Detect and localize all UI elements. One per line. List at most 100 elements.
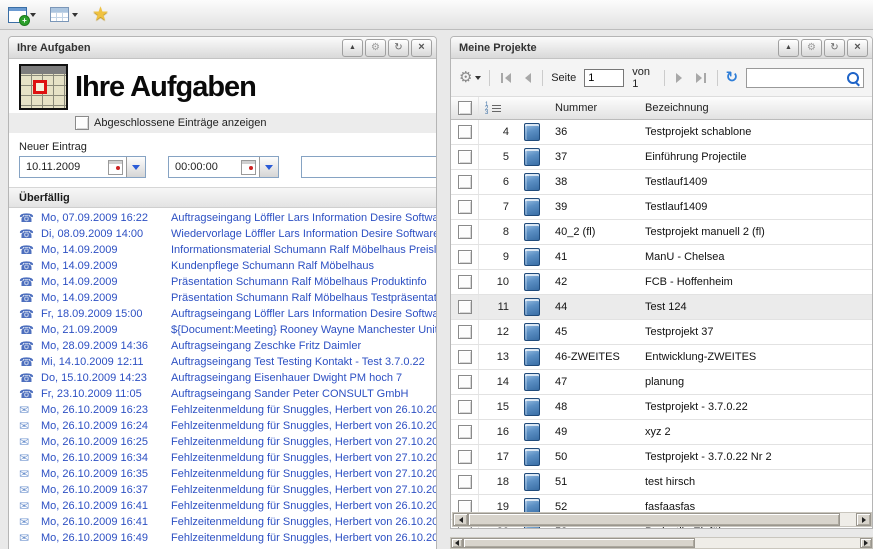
row-checkbox[interactable]: [458, 450, 472, 464]
project-row[interactable]: 5 37 Einführung Projectile: [451, 145, 872, 170]
panel-refresh-button[interactable]: ↻: [388, 39, 409, 57]
project-book-icon[interactable]: [524, 348, 540, 366]
task-row[interactable]: Mo, 21.09.2009 ${Document:Meeting} Roone…: [9, 322, 436, 338]
date-input[interactable]: 10.11.2009: [20, 157, 108, 177]
row-checkbox[interactable]: [458, 300, 472, 314]
row-checkbox[interactable]: [458, 150, 472, 164]
row-checkbox[interactable]: [458, 375, 472, 389]
select-all-checkbox[interactable]: [458, 101, 472, 115]
project-book-icon[interactable]: [524, 448, 540, 466]
table-settings-button[interactable]: ⚙: [459, 70, 481, 85]
project-row[interactable]: 11 44 Test 124: [451, 295, 872, 320]
project-row[interactable]: 17 50 Testprojekt - 3.7.0.22 Nr 2: [451, 445, 872, 470]
row-number-column-header[interactable]: [479, 97, 513, 119]
scroll-right-button[interactable]: [856, 513, 871, 526]
panel-refresh-button[interactable]: ↻: [824, 39, 845, 57]
project-row[interactable]: 15 48 Testprojekt - 3.7.0.22: [451, 395, 872, 420]
task-row[interactable]: Mo, 26.10.2009 16:25 Fehlzeitenmeldung f…: [9, 434, 436, 450]
scrollbar-thumb[interactable]: [463, 538, 695, 548]
task-row[interactable]: Mo, 26.10.2009 16:41 Fehlzeitenmeldung f…: [9, 498, 436, 514]
row-checkbox[interactable]: [458, 175, 472, 189]
task-row[interactable]: Mo, 14.09.2009 Informationsmaterial Schu…: [9, 242, 436, 258]
task-row[interactable]: Mo, 26.10.2009 16:49 Fehlzeitenmeldung f…: [9, 530, 436, 546]
task-row[interactable]: Mo, 26.10.2009 16:41 Fehlzeitenmeldung f…: [9, 514, 436, 530]
scroll-left-button[interactable]: [451, 538, 463, 548]
task-row[interactable]: Mo, 14.09.2009 Präsentation Schumann Ral…: [9, 274, 436, 290]
scrollbar-thumb[interactable]: [468, 513, 840, 526]
project-book-icon[interactable]: [524, 273, 540, 291]
task-row[interactable]: Mo, 28.09.2009 14:36 Auftragseingang Zes…: [9, 338, 436, 354]
row-checkbox[interactable]: [458, 225, 472, 239]
row-checkbox[interactable]: [458, 125, 472, 139]
project-row[interactable]: 7 39 Testlauf1409: [451, 195, 872, 220]
first-page-button[interactable]: [498, 73, 514, 83]
task-row[interactable]: Do, 15.10.2009 14:23 Auftragseingang Eis…: [9, 370, 436, 386]
task-row[interactable]: Fr, 23.10.2009 11:05 Auftragseingang San…: [9, 386, 436, 402]
project-row[interactable]: 9 41 ManU - Chelsea: [451, 245, 872, 270]
task-row[interactable]: Di, 08.09.2009 14:00 Wiedervorlage Löffl…: [9, 226, 436, 242]
bezeichnung-column-header[interactable]: Bezeichnung: [641, 97, 872, 119]
task-row[interactable]: Mo, 14.09.2009 Kundenpflege Schumann Ral…: [9, 258, 436, 274]
project-book-icon[interactable]: [524, 373, 540, 391]
layout-views-button[interactable]: [50, 7, 78, 22]
show-completed-checkbox[interactable]: [75, 116, 89, 130]
project-row[interactable]: 16 49 xyz 2: [451, 420, 872, 445]
project-row[interactable]: 12 45 Testprojekt 37: [451, 320, 872, 345]
project-book-icon[interactable]: [524, 123, 540, 141]
prev-page-button[interactable]: [522, 73, 534, 83]
row-checkbox[interactable]: [458, 325, 472, 339]
row-checkbox[interactable]: [458, 425, 472, 439]
task-row[interactable]: Fr, 18.09.2009 15:00 Auftragseingang Löf…: [9, 306, 436, 322]
page-horizontal-scrollbar[interactable]: [450, 537, 873, 549]
task-row[interactable]: Mo, 26.10.2009 16:23 Fehlzeitenmeldung f…: [9, 402, 436, 418]
panel-close-button[interactable]: ×: [847, 39, 868, 57]
project-book-icon[interactable]: [524, 423, 540, 441]
project-book-icon[interactable]: [524, 298, 540, 316]
project-book-icon[interactable]: [524, 173, 540, 191]
row-checkbox[interactable]: [458, 275, 472, 289]
project-row[interactable]: 14 47 planung: [451, 370, 872, 395]
collapse-panel-button[interactable]: ▲: [342, 39, 363, 57]
new-item-button[interactable]: [8, 7, 36, 23]
task-row[interactable]: Mo, 14.09.2009 Präsentation Schumann Ral…: [9, 290, 436, 306]
row-checkbox[interactable]: [458, 350, 472, 364]
row-checkbox[interactable]: [458, 400, 472, 414]
table-horizontal-scrollbar[interactable]: [452, 512, 872, 527]
last-page-button[interactable]: [693, 73, 709, 83]
project-book-icon[interactable]: [524, 398, 540, 416]
project-book-icon[interactable]: [524, 248, 540, 266]
task-row[interactable]: Mo, 26.10.2009 16:35 Fehlzeitenmeldung f…: [9, 466, 436, 482]
project-row[interactable]: 10 42 FCB - Hoffenheim: [451, 270, 872, 295]
scroll-right-button[interactable]: [860, 538, 872, 548]
new-entry-text-input[interactable]: [301, 156, 437, 178]
project-book-icon[interactable]: [524, 148, 540, 166]
row-checkbox[interactable]: [458, 475, 472, 489]
project-row[interactable]: 4 36 Testprojekt schablone: [451, 120, 872, 145]
time-dropdown-button[interactable]: [259, 157, 278, 177]
project-row[interactable]: 8 40_2 (fl) Testprojekt manuell 2 (fl): [451, 220, 872, 245]
project-row[interactable]: 6 38 Testlauf1409: [451, 170, 872, 195]
row-checkbox[interactable]: [458, 200, 472, 214]
task-row[interactable]: Mo, 26.10.2009 16:24 Fehlzeitenmeldung f…: [9, 418, 436, 434]
panel-settings-button[interactable]: ⚙: [365, 39, 386, 57]
calendar-picker-icon[interactable]: [108, 160, 123, 175]
project-book-icon[interactable]: [524, 223, 540, 241]
row-checkbox[interactable]: [458, 250, 472, 264]
favorites-button[interactable]: ★: [92, 5, 109, 24]
next-page-button[interactable]: [673, 73, 685, 83]
task-row[interactable]: Mo, 26.10.2009 16:37 Fehlzeitenmeldung f…: [9, 482, 436, 498]
panel-settings-button[interactable]: ⚙: [801, 39, 822, 57]
refresh-table-button[interactable]: ↻: [725, 70, 738, 85]
project-book-icon[interactable]: [524, 198, 540, 216]
task-row[interactable]: Mo, 07.09.2009 16:22 Auftragseingang Löf…: [9, 210, 436, 226]
calendar-picker-icon[interactable]: [241, 160, 256, 175]
search-icon[interactable]: [847, 72, 859, 84]
project-row[interactable]: 13 46-ZWEITES Entwicklung-ZWEITES: [451, 345, 872, 370]
collapse-panel-button[interactable]: ▲: [778, 39, 799, 57]
task-row[interactable]: Mi, 14.10.2009 12:11 Auftragseingang Tes…: [9, 354, 436, 370]
scrollbar-track[interactable]: [695, 538, 860, 548]
date-dropdown-button[interactable]: [126, 157, 145, 177]
nummer-column-header[interactable]: Nummer: [551, 97, 641, 119]
panel-close-button[interactable]: ×: [411, 39, 432, 57]
time-input[interactable]: 00:00:00: [169, 157, 241, 177]
